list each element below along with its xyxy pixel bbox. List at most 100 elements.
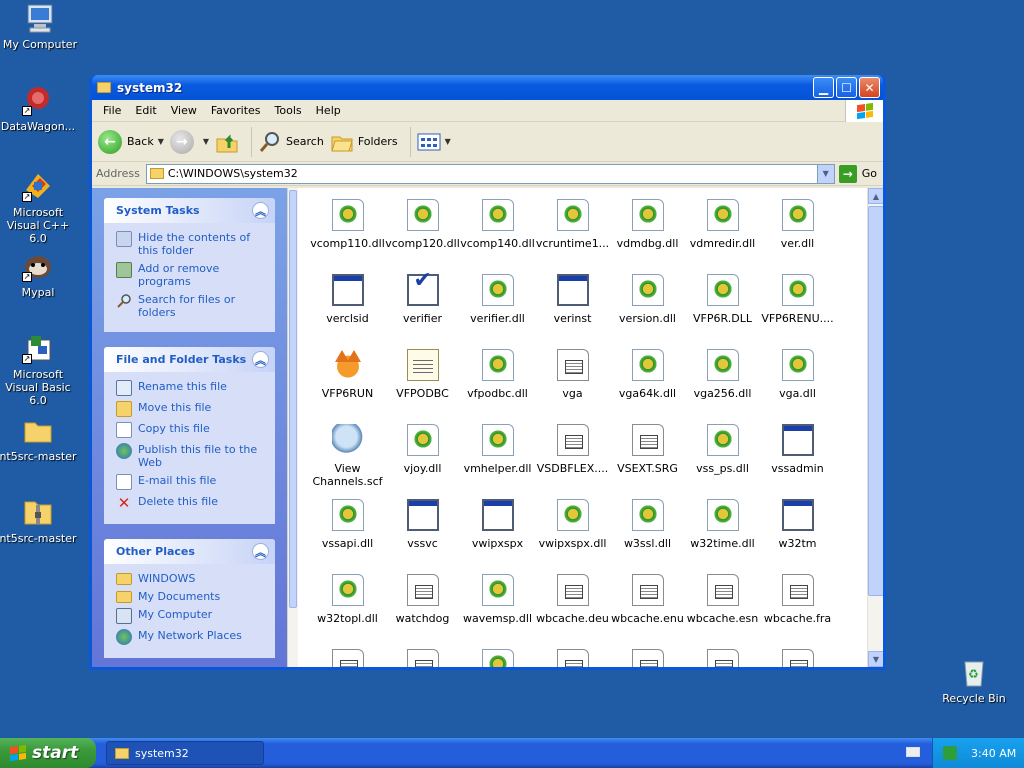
file-item[interactable]: vcomp120.dll	[385, 199, 460, 274]
place-my-computer[interactable]: My Computer	[116, 608, 265, 624]
scroll-up-icon[interactable]: ▲	[868, 188, 883, 204]
menu-file[interactable]: File	[96, 104, 128, 117]
task-search-files[interactable]: Search for files or folders	[116, 293, 265, 319]
file-item[interactable]: verifier.dll	[460, 274, 535, 349]
title-bar[interactable]: system32 ▁ ☐ ✕	[92, 75, 883, 100]
menu-favorites[interactable]: Favorites	[204, 104, 268, 117]
file-item[interactable]: wbcache.esn	[685, 574, 760, 649]
taskbar-window-system32[interactable]: system32	[106, 741, 264, 765]
up-button[interactable]	[215, 130, 239, 154]
forward-button[interactable]: → ▼	[169, 129, 209, 154]
file-item[interactable]: vssvc	[385, 499, 460, 574]
address-dropdown-icon[interactable]: ▼	[816, 164, 834, 183]
task-rename-file[interactable]: Rename this file	[116, 380, 265, 396]
file-item[interactable]	[535, 649, 610, 667]
desktop-icon-nt5src-folder[interactable]: nt5src-master	[0, 414, 78, 463]
file-folder-tasks-header[interactable]: File and Folder Tasks ︽	[104, 347, 275, 372]
tray-app-icon[interactable]	[943, 746, 957, 760]
collapse-chevron-icon[interactable]: ︽	[252, 543, 269, 560]
file-item[interactable]	[460, 649, 535, 667]
other-places-header[interactable]: Other Places ︽	[104, 539, 275, 564]
place-my-documents[interactable]: My Documents	[116, 590, 265, 603]
task-pane-scrollbar[interactable]	[287, 188, 298, 667]
menu-help[interactable]: Help	[309, 104, 348, 117]
file-item[interactable]: watchdog	[385, 574, 460, 649]
file-item[interactable]: vfpodbc.dll	[460, 349, 535, 424]
file-item[interactable]: VSEXT.SRG	[610, 424, 685, 499]
file-item[interactable]	[685, 649, 760, 667]
file-item[interactable]: ver.dll	[760, 199, 835, 274]
task-copy-file[interactable]: Copy this file	[116, 422, 265, 438]
file-item[interactable]: VFP6R.DLL	[685, 274, 760, 349]
desktop-icon-my-computer[interactable]: My Computer	[0, 2, 80, 51]
task-pane-scroll-thumb[interactable]	[289, 190, 297, 608]
file-item[interactable]: wavemsp.dll	[460, 574, 535, 649]
scroll-down-icon[interactable]: ▼	[868, 651, 883, 667]
file-item[interactable]: vga256.dll	[685, 349, 760, 424]
file-item[interactable]: version.dll	[610, 274, 685, 349]
file-item[interactable]: w32tm	[760, 499, 835, 574]
task-hide-contents[interactable]: Hide the contents of this folder	[116, 231, 265, 257]
file-view-scrollbar[interactable]: ▲ ▼	[867, 188, 883, 667]
file-item[interactable]: VSDBFLEX....	[535, 424, 610, 499]
address-input[interactable]: C:\WINDOWS\system32 ▼	[145, 163, 835, 184]
file-item[interactable]: vga.dll	[760, 349, 835, 424]
file-item[interactable]: vdmdbg.dll	[610, 199, 685, 274]
place-windows[interactable]: WINDOWS	[116, 572, 265, 585]
file-item[interactable]: vcruntime1...	[535, 199, 610, 274]
maximize-button[interactable]: ☐	[836, 77, 857, 98]
desktop-icon-nt5src-zip[interactable]: nt5src-master	[0, 496, 78, 545]
file-item[interactable]: verclsid	[310, 274, 385, 349]
back-button[interactable]: ← Back ▼	[98, 129, 164, 154]
file-item[interactable]: vcomp110.dll	[310, 199, 385, 274]
file-item[interactable]: wbcache.deu	[535, 574, 610, 649]
file-item[interactable]: wbcache.fra	[760, 574, 835, 649]
menu-view[interactable]: View	[164, 104, 204, 117]
search-button[interactable]: Search	[258, 130, 324, 154]
forward-dropdown-icon[interactable]: ▼	[203, 137, 209, 146]
file-item[interactable]: w32topl.dll	[310, 574, 385, 649]
file-item[interactable]: VFP6RUN	[310, 349, 385, 424]
file-item[interactable]	[610, 649, 685, 667]
collapse-chevron-icon[interactable]: ︽	[252, 202, 269, 219]
file-item[interactable]: vcomp140.dll	[460, 199, 535, 274]
desktop-icon-mypal[interactable]: ↗ Mypal	[0, 250, 78, 299]
file-item[interactable]: w3ssl.dll	[610, 499, 685, 574]
file-item[interactable]: vss_ps.dll	[685, 424, 760, 499]
file-item[interactable]: vwipxspx.dll	[535, 499, 610, 574]
desktop-icon-visual-basic[interactable]: ↗ Microsoft Visual Basic 6.0	[0, 332, 78, 407]
start-button[interactable]: start	[0, 738, 96, 768]
collapse-chevron-icon[interactable]: ︽	[252, 351, 269, 368]
file-item[interactable]	[310, 649, 385, 667]
file-item[interactable]: verinst	[535, 274, 610, 349]
keyboard-icon[interactable]	[906, 747, 920, 757]
task-add-remove-programs[interactable]: Add or remove programs	[116, 262, 265, 288]
place-my-network-places[interactable]: My Network Places	[116, 629, 265, 645]
task-delete-file[interactable]: ✕ Delete this file	[116, 495, 265, 511]
menu-tools[interactable]: Tools	[268, 104, 309, 117]
file-item[interactable]: vga64k.dll	[610, 349, 685, 424]
folders-button[interactable]: Folders	[330, 130, 398, 154]
desktop-icon-recycle-bin[interactable]: ♻ Recycle Bin	[934, 656, 1014, 705]
file-item[interactable]: vssapi.dll	[310, 499, 385, 574]
file-item[interactable]: VFPODBC	[385, 349, 460, 424]
views-button[interactable]: ▼	[417, 132, 451, 152]
file-item[interactable]: wbcache.enu	[610, 574, 685, 649]
file-item[interactable]: vwipxspx	[460, 499, 535, 574]
file-item[interactable]: w32time.dll	[685, 499, 760, 574]
clock[interactable]: 3:40 AM	[971, 747, 1016, 760]
file-item[interactable]: verifier	[385, 274, 460, 349]
task-email-file[interactable]: E-mail this file	[116, 474, 265, 490]
desktop-icon-datawagon[interactable]: ↗ DataWagon...	[0, 84, 78, 133]
menu-edit[interactable]: Edit	[128, 104, 163, 117]
file-item[interactable]: vjoy.dll	[385, 424, 460, 499]
task-publish-web[interactable]: Publish this file to the Web	[116, 443, 265, 469]
back-dropdown-icon[interactable]: ▼	[158, 137, 164, 146]
file-item[interactable]: VFP6RENU....	[760, 274, 835, 349]
views-dropdown-icon[interactable]: ▼	[445, 137, 451, 146]
go-button[interactable]: → Go	[838, 164, 877, 183]
file-item[interactable]: vmhelper.dll	[460, 424, 535, 499]
file-item[interactable]: vga	[535, 349, 610, 424]
system-tasks-header[interactable]: System Tasks ︽	[104, 198, 275, 223]
scroll-thumb[interactable]	[868, 206, 883, 596]
